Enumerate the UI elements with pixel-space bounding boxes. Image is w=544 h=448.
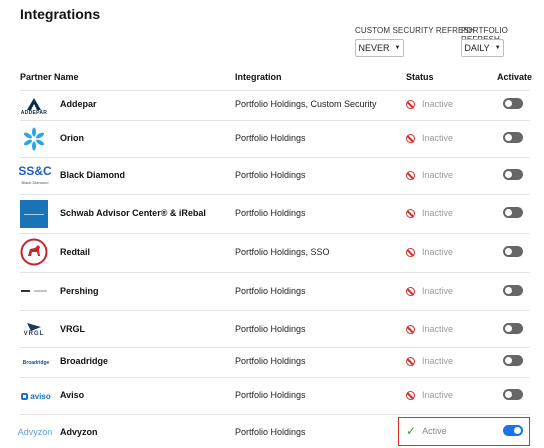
integration-type: Portfolio Holdings [235,324,306,334]
portfolio-refresh-dropdown[interactable]: DAILY ▼ [461,39,504,57]
activate-toggle[interactable] [503,389,523,400]
partner-name: Schwab Advisor Center® & iRebal [60,208,206,218]
status-badge: Inactive [406,390,453,400]
security-refresh-value: NEVER [358,43,390,53]
schwab-logo [20,200,48,228]
status-badge: Inactive [406,324,453,334]
status-badge: Inactive [406,170,453,180]
integration-type: Portfolio Holdings [235,390,306,400]
integration-type: Portfolio Holdings [235,427,306,437]
partner-name: Redtail [60,247,91,257]
addepar-logo: ADDEPAR [20,93,48,121]
integration-type: Portfolio Holdings [235,208,306,218]
inactive-icon [406,208,415,218]
partner-name: Orion [60,133,84,143]
integration-type: Portfolio Holdings, SSO [235,247,330,257]
header-partner-name[interactable]: Partner Name [20,72,79,82]
activate-toggle[interactable] [503,355,523,366]
table-row: Redtail Portfolio Holdings, SSO Inactive [0,234,544,272]
vrgl-logo: VRGL [20,316,48,344]
security-refresh-label: CUSTOM SECURITY REFRESH [355,26,475,35]
status-badge: Inactive [406,247,453,257]
header-status[interactable]: Status [406,72,434,82]
inactive-icon [406,133,415,143]
broadridge-logo: Broadridge [22,360,50,366]
header-activate[interactable]: Activate [497,72,532,82]
table-row: Pershing Portfolio Holdings Inactive [0,273,544,310]
activate-toggle[interactable] [503,169,523,180]
partner-name: Broadridge [60,356,109,366]
activate-toggle[interactable] [503,132,523,143]
aviso-logo: aviso [20,382,52,410]
inactive-icon [406,324,415,334]
status-badge: Inactive [406,133,453,143]
integration-type: Portfolio Holdings [235,286,306,296]
activate-toggle[interactable] [503,285,523,296]
ssc-logo: SS&C Black Diamond [18,164,52,185]
pershing-logo [20,277,48,305]
partner-name: VRGL [60,324,86,334]
caret-down-icon: ▼ [494,45,501,51]
table-row: SS&C Black Diamond Black Diamond Portfol… [0,158,544,194]
integration-type: Portfolio Holdings [235,356,306,366]
inactive-icon [406,356,415,366]
activate-toggle[interactable] [503,323,523,334]
redtail-logo [20,238,48,266]
status-badge: Inactive [406,208,453,218]
partner-name: Aviso [60,390,85,400]
inactive-icon [406,286,415,296]
partner-name: Pershing [60,286,99,296]
highlight-box [398,417,530,446]
security-refresh-dropdown[interactable]: NEVER ▼ [355,39,404,57]
status-badge: Inactive [406,356,453,366]
activate-toggle[interactable] [503,98,523,109]
integration-type: Portfolio Holdings [235,133,306,143]
table-row: Orion Portfolio Holdings Inactive [0,121,544,157]
table-row: Schwab Advisor Center® & iRebal Portfoli… [0,195,544,233]
table-row: ADDEPAR Addepar Portfolio Holdings, Cust… [0,91,544,120]
header-integration[interactable]: Integration [235,72,282,82]
inactive-icon [406,170,415,180]
advyzon-logo: Advyzon [17,427,53,437]
activate-toggle[interactable] [503,246,523,257]
partner-name: Black Diamond [60,170,126,180]
inactive-icon [406,390,415,400]
inactive-icon [406,247,415,257]
status-badge: Inactive [406,286,453,296]
caret-down-icon: ▼ [394,45,401,51]
activate-toggle[interactable] [503,207,523,218]
integration-type: Portfolio Holdings [235,170,306,180]
partner-name: Addepar [60,99,97,109]
table-row: Broadridge Broadridge Portfolio Holdings… [0,348,544,377]
orion-logo [20,125,48,153]
table-row: VRGL VRGL Portfolio Holdings Inactive [0,311,544,347]
status-badge: Inactive [406,99,453,109]
page-title: Integrations [20,6,101,22]
table-row: aviso Aviso Portfolio Holdings Inactive [0,378,544,414]
inactive-icon [406,99,415,109]
partner-name: Advyzon [60,427,98,437]
integration-type: Portfolio Holdings, Custom Security [235,99,377,109]
portfolio-refresh-value: DAILY [464,43,490,53]
